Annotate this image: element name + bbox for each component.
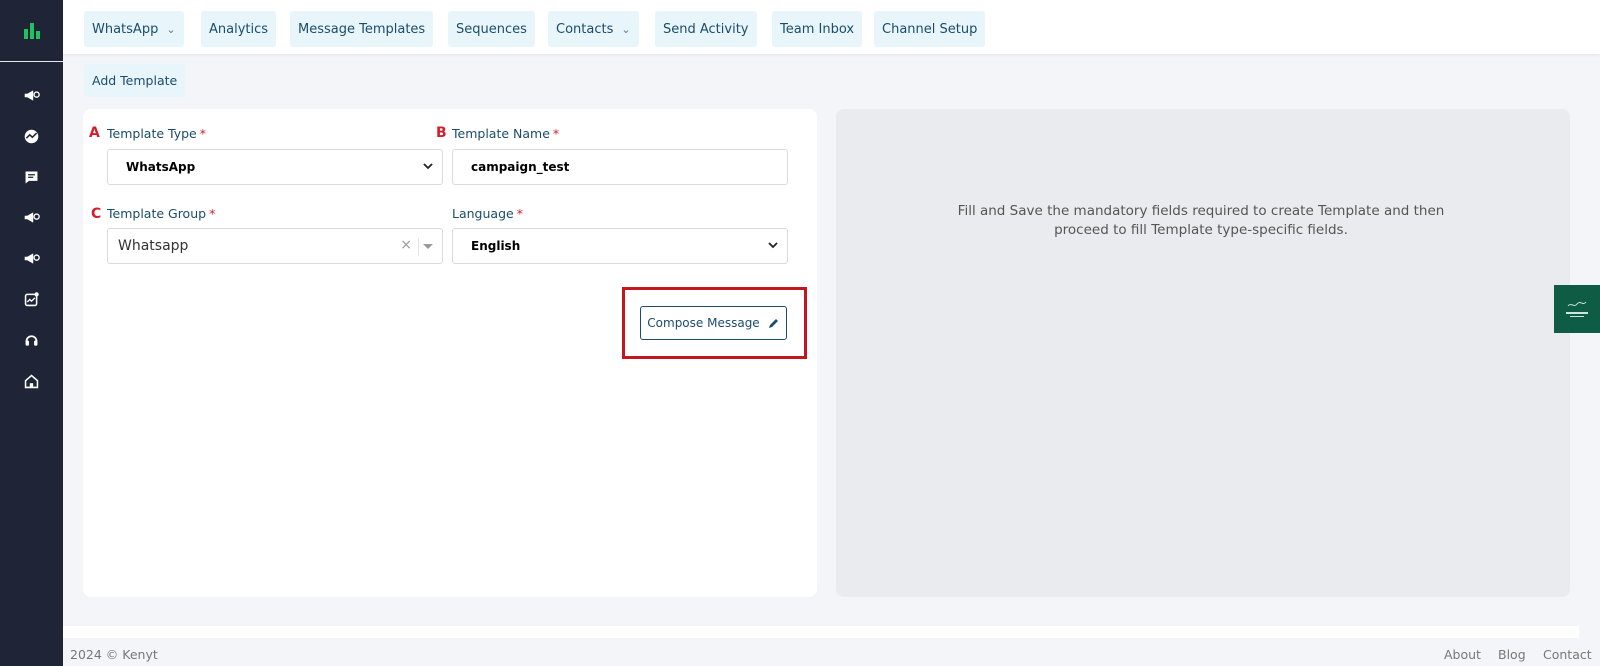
tab-team-inbox[interactable]: Team Inbox [772, 11, 863, 47]
preview-message-line: proceed to fill Template type-specific f… [1054, 222, 1348, 238]
annotation-marker-a: A [89, 125, 100, 141]
language-label: Language * [452, 206, 523, 221]
chevron-down-icon: ⌄ [621, 22, 631, 36]
template-name-label: Template Name * [452, 126, 559, 141]
bar-chart-icon [23, 22, 40, 39]
sidebar [0, 0, 63, 666]
label-text: Template Type [107, 126, 197, 141]
select-divider [418, 238, 419, 256]
tab-label: WhatsApp [92, 21, 159, 37]
template-name-input[interactable]: campaign_test [452, 149, 788, 185]
chart-circle-icon[interactable] [22, 127, 41, 146]
tab-label: Sequences [456, 21, 527, 37]
analytics-icon[interactable] [22, 290, 41, 309]
template-type-select[interactable]: WhatsApp [107, 149, 443, 185]
footer-copyright: 2024 © Kenyt [70, 647, 158, 662]
preview-placeholder-message: Fill and Save the mandatory fields requi… [926, 202, 1476, 240]
megaphone-icon[interactable] [22, 249, 41, 268]
floating-widget[interactable] [1554, 285, 1600, 333]
required-mark: * [209, 206, 216, 221]
tab-label: Channel Setup [882, 21, 978, 37]
headset-icon[interactable] [22, 331, 41, 350]
caret-down-icon[interactable] [423, 244, 433, 249]
tab-sequences[interactable]: Sequences [448, 11, 535, 47]
app-logo[interactable] [0, 0, 63, 62]
preview-message-line: Fill and Save the mandatory fields requi… [957, 203, 1445, 219]
tab-channel-setup[interactable]: Channel Setup [874, 11, 986, 47]
tab-message-templates[interactable]: Message Templates [290, 11, 434, 47]
footer-link-about[interactable]: About [1444, 647, 1481, 662]
widget-logo-icon [1566, 301, 1588, 317]
label-text: Language [452, 206, 514, 221]
home-icon[interactable] [22, 372, 41, 391]
chat-icon[interactable] [22, 168, 41, 187]
pencil-icon [768, 319, 778, 328]
tab-label: Team Inbox [780, 21, 855, 37]
footer-link-contact[interactable]: Contact [1543, 647, 1592, 662]
label-text: Template Group [107, 206, 207, 221]
compose-message-button[interactable]: Compose Message [640, 306, 787, 340]
label-text: Template Name [452, 126, 550, 141]
chevron-down-icon [768, 242, 778, 249]
language-select[interactable]: English [452, 228, 788, 264]
tab-contacts[interactable]: Contacts ⌄ [548, 11, 639, 47]
template-group-value: Whatsapp [118, 238, 189, 254]
chevron-down-icon [423, 163, 433, 170]
tab-add-template[interactable]: Add Template [84, 64, 186, 97]
tab-label: Message Templates [298, 21, 426, 37]
template-preview-panel [836, 109, 1570, 597]
template-type-value: WhatsApp [126, 160, 196, 174]
compose-message-label: Compose Message [647, 316, 760, 330]
required-mark: * [199, 126, 206, 141]
tab-label: Analytics [209, 21, 269, 37]
megaphone-icon[interactable] [22, 208, 41, 227]
footer-link-blog[interactable]: Blog [1498, 647, 1526, 662]
content-bottom-strip [63, 626, 1579, 638]
required-mark: * [516, 206, 523, 221]
chevron-down-icon: ⌄ [166, 22, 176, 36]
required-mark: * [552, 126, 560, 141]
template-type-label: Template Type * [107, 126, 206, 141]
tab-label: Contacts [556, 21, 614, 37]
annotation-marker-b: B [436, 125, 447, 141]
tab-whatsapp[interactable]: WhatsApp ⌄ [84, 11, 184, 47]
tab-label: Send Activity [663, 21, 749, 37]
clear-icon[interactable]: × [400, 237, 412, 253]
template-name-value: campaign_test [471, 160, 570, 174]
tab-analytics[interactable]: Analytics [201, 11, 277, 47]
tab-send-activity[interactable]: Send Activity [655, 11, 757, 47]
template-group-label: Template Group * [107, 206, 215, 221]
language-value: English [471, 239, 521, 253]
megaphone-icon[interactable] [22, 86, 41, 105]
template-group-select[interactable]: Whatsapp × [107, 228, 443, 264]
annotation-marker-c: C [91, 206, 102, 222]
